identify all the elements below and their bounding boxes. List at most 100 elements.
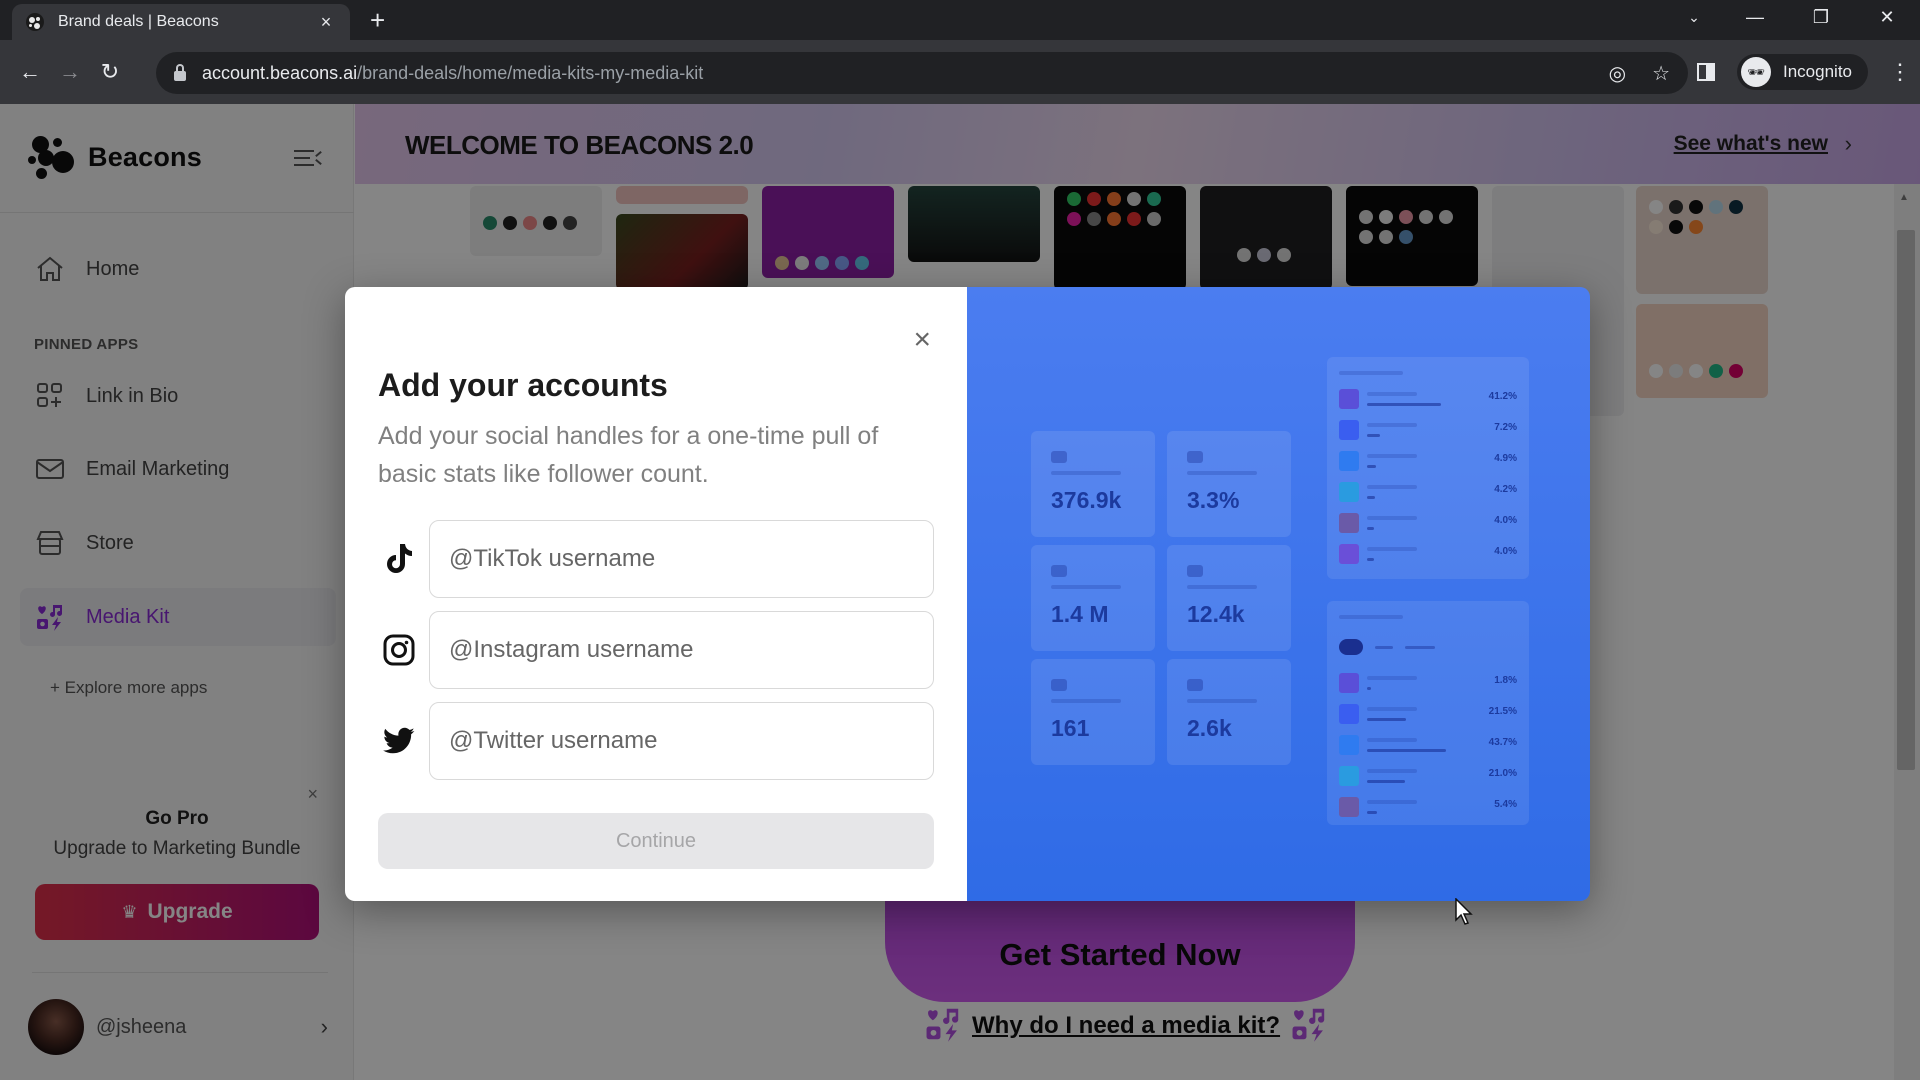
stat-icon <box>1051 565 1067 577</box>
list-row-icon <box>1339 766 1359 786</box>
restore-icon[interactable]: ❐ <box>1788 7 1854 28</box>
url-path: /brand-deals/home/media-kits-my-media-ki… <box>357 62 704 83</box>
list-row-icon <box>1339 513 1359 533</box>
list-row-icon <box>1339 673 1359 693</box>
list-row-bar <box>1367 558 1374 561</box>
list-row-label-placeholder <box>1367 738 1417 742</box>
list-row-label-placeholder <box>1367 423 1417 427</box>
stat-icon <box>1187 565 1203 577</box>
list-row-icon <box>1339 451 1359 471</box>
incognito-icon: 🕶 <box>1741 57 1771 87</box>
twitter-icon <box>378 720 420 762</box>
list-row-percent: 4.0% <box>1494 546 1517 557</box>
stat-value: 2.6k <box>1187 715 1232 741</box>
preview-list-row: 7.2% <box>1339 420 1517 444</box>
list-row-percent: 4.0% <box>1494 515 1517 526</box>
filter-pill <box>1405 645 1435 649</box>
browser-tab[interactable]: Brand deals | Beacons × <box>12 4 350 40</box>
tracking-protection-eye-off-icon[interactable]: ◎ <box>1609 61 1626 86</box>
stat-value: 376.9k <box>1051 487 1122 513</box>
browser-menu-icon[interactable]: ⋮ <box>1888 59 1912 85</box>
stat-icon <box>1051 451 1067 463</box>
add-accounts-modal: × Add your accounts Add your social hand… <box>345 287 1590 901</box>
tiktok-username-input[interactable] <box>429 520 934 598</box>
list-row-bar <box>1367 403 1441 406</box>
mouse-cursor-icon <box>1455 898 1473 925</box>
preview-stat-card: 12.4k <box>1167 545 1291 651</box>
minimize-icon[interactable]: — <box>1722 7 1788 28</box>
modal-close-icon[interactable]: × <box>913 325 931 355</box>
beacons-favicon-icon <box>26 13 44 31</box>
list-row-label-placeholder <box>1367 769 1417 773</box>
tab-search-icon[interactable]: ⌄ <box>1674 9 1714 26</box>
stat-icon <box>1187 451 1203 463</box>
preview-stat-card: 3.3% <box>1167 431 1291 537</box>
stat-label-placeholder <box>1051 585 1121 589</box>
lock-icon[interactable] <box>174 63 186 81</box>
preview-list-row: 43.7% <box>1339 735 1517 759</box>
list-card-title-placeholder <box>1339 615 1403 619</box>
filter-pill-active <box>1339 639 1363 655</box>
side-panel-icon[interactable] <box>1697 63 1715 81</box>
bookmark-star-icon[interactable]: ☆ <box>1652 61 1670 86</box>
preview-top-list-card: 41.2% 7.2% 4.9% 4.2% 4.0% 4.0% <box>1327 357 1529 579</box>
stat-value: 3.3% <box>1187 487 1240 513</box>
back-button[interactable]: ← <box>10 59 50 85</box>
list-row-bar <box>1367 687 1371 690</box>
list-row-label-placeholder <box>1367 676 1417 680</box>
new-tab-button[interactable]: + <box>370 6 385 34</box>
window-controls: ⌄ — ❐ ✕ <box>1674 0 1920 34</box>
tab-close-icon[interactable]: × <box>316 12 336 33</box>
list-row-percent: 41.2% <box>1488 391 1517 402</box>
preview-age-list-card: 1.8% 21.5% 43.7% 21.0% 5.4% <box>1327 601 1529 825</box>
list-card-title-placeholder <box>1339 371 1403 375</box>
forward-button[interactable]: → <box>50 59 90 85</box>
stat-label-placeholder <box>1051 699 1121 703</box>
stat-value: 1.4 M <box>1051 601 1109 627</box>
incognito-profile-button[interactable]: 🕶 Incognito <box>1737 54 1868 90</box>
list-row-percent: 21.0% <box>1488 768 1517 779</box>
stat-label-placeholder <box>1051 471 1121 475</box>
list-row-percent: 4.2% <box>1494 484 1517 495</box>
list-row-icon <box>1339 704 1359 724</box>
list-row-icon <box>1339 544 1359 564</box>
preview-list-row: 5.4% <box>1339 797 1517 821</box>
preview-list-row: 4.2% <box>1339 482 1517 506</box>
list-row-label-placeholder <box>1367 392 1417 396</box>
browser-tab-strip: Brand deals | Beacons × + ⌄ — ❐ ✕ <box>0 0 1920 40</box>
url-host: account.beacons.ai <box>202 62 358 83</box>
list-row-bar <box>1367 496 1375 499</box>
window-close-icon[interactable]: ✕ <box>1854 7 1920 28</box>
list-row-percent: 1.8% <box>1494 675 1517 686</box>
instagram-username-input[interactable] <box>429 611 934 689</box>
list-row-icon <box>1339 389 1359 409</box>
continue-button[interactable]: Continue <box>378 813 934 869</box>
list-row-label-placeholder <box>1367 454 1417 458</box>
list-row-bar <box>1367 465 1376 468</box>
preview-stat-card: 376.9k <box>1031 431 1155 537</box>
preview-list-row: 41.2% <box>1339 389 1517 413</box>
stat-label-placeholder <box>1187 585 1257 589</box>
instagram-field-row <box>378 611 934 689</box>
list-row-bar <box>1367 527 1374 530</box>
stat-icon <box>1187 679 1203 691</box>
preview-list-row: 1.8% <box>1339 673 1517 697</box>
address-bar[interactable]: account.beacons.ai/brand-deals/home/medi… <box>156 52 1688 94</box>
list-row-icon <box>1339 420 1359 440</box>
list-row-percent: 21.5% <box>1488 706 1517 717</box>
list-row-icon <box>1339 735 1359 755</box>
reload-button[interactable]: ↻ <box>90 59 130 85</box>
modal-form-panel: × Add your accounts Add your social hand… <box>345 287 967 901</box>
preview-list-row: 4.9% <box>1339 451 1517 475</box>
list-row-percent: 5.4% <box>1494 799 1517 810</box>
page: Beacons Home PINNED APPS Link in Bio Ema… <box>0 104 1920 1080</box>
preview-stat-card: 161 <box>1031 659 1155 765</box>
instagram-icon <box>378 629 420 671</box>
list-row-bar <box>1367 718 1406 721</box>
twitter-username-input[interactable] <box>429 702 934 780</box>
tiktok-field-row <box>378 520 934 598</box>
browser-toolbar: ← → ↻ account.beacons.ai/brand-deals/hom… <box>0 40 1920 104</box>
list-row-bar <box>1367 780 1405 783</box>
twitter-field-row <box>378 702 934 780</box>
stat-label-placeholder <box>1187 699 1257 703</box>
